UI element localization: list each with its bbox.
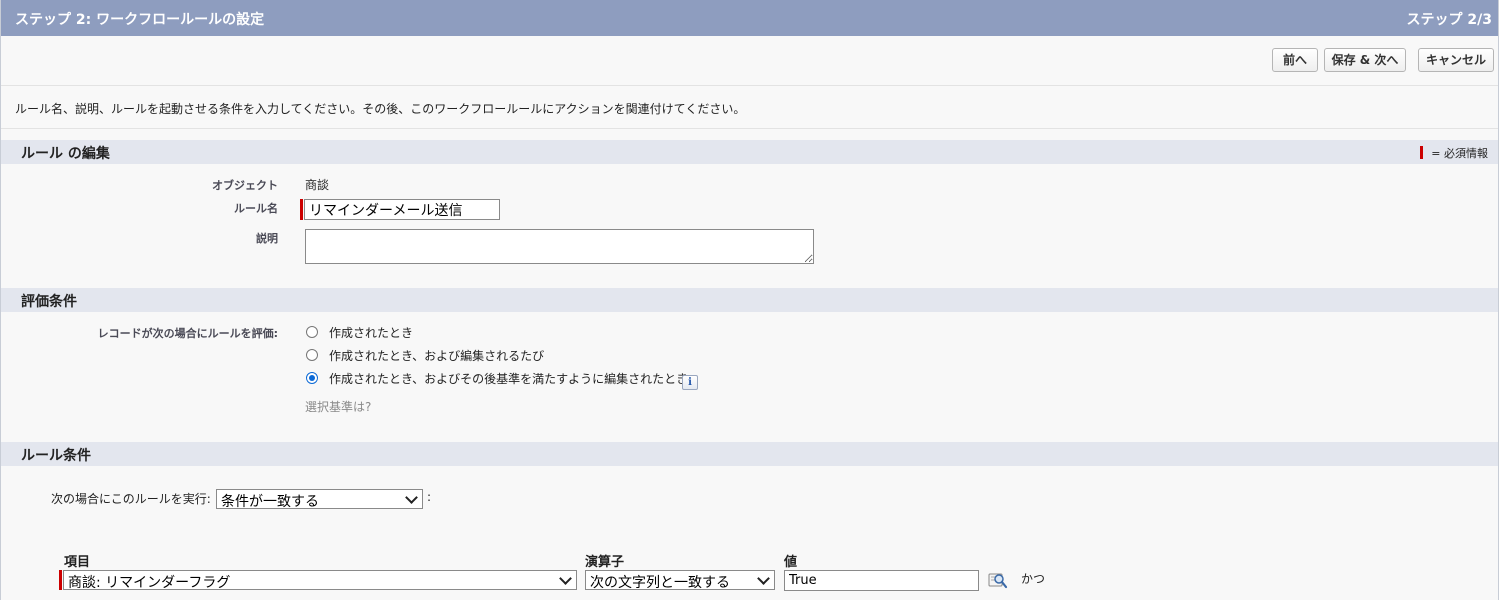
chevron-down-icon	[559, 572, 572, 585]
radio-created-and-edited-to-meet-criteria-label: 作成されたとき、およびその後基準を満たすように編集されたとき	[329, 372, 689, 386]
workflow-rule-page: ステップ 2: ワークフロールールの設定 ステップ 2/3 前へ 保存 & 次へ…	[0, 0, 1499, 600]
run-rule-label: 次の場合にこのルールを実行:	[51, 492, 211, 506]
page-header: ステップ 2: ワークフロールールの設定 ステップ 2/3	[1, 0, 1498, 36]
rule-name-input[interactable]	[304, 199, 500, 220]
run-condition-suffix: :	[427, 490, 432, 504]
criteria-field-select[interactable]: 商談: リマインダーフラグ	[63, 570, 577, 591]
prev-button[interactable]: 前へ	[1272, 48, 1318, 72]
required-indicator-icon	[1420, 146, 1424, 159]
divider	[1, 85, 1498, 86]
required-indicator-icon	[59, 570, 62, 590]
run-condition-value: 条件が一致する	[221, 494, 319, 510]
section-title: ルール条件	[21, 448, 91, 464]
chevron-down-icon	[757, 572, 770, 585]
rule-criteria-section-header: ルール条件	[1, 442, 1498, 466]
step-indicator: ステップ 2/3	[1406, 12, 1492, 28]
criteria-value-input[interactable]	[784, 570, 979, 591]
operator-column-header: 演算子	[585, 555, 625, 570]
object-value: 商談	[305, 178, 330, 192]
chevron-down-icon	[405, 491, 418, 504]
cancel-button[interactable]: キャンセル	[1418, 48, 1494, 72]
value-column-header: 値	[784, 555, 798, 570]
evaluation-label: レコードが次の場合にルールを評価:	[97, 327, 278, 340]
page-title: ステップ 2: ワークフロールールの設定	[15, 12, 265, 28]
radio-created-and-every-edit-label: 作成されたとき、および編集されるたび	[329, 349, 545, 363]
evaluation-section-header: 評価条件	[1, 288, 1498, 312]
criteria-operator-select[interactable]: 次の文字列と一致する	[585, 570, 775, 591]
divider	[1, 128, 1498, 129]
criteria-field-value: 商談: リマインダーフラグ	[68, 575, 231, 591]
section-title: ルール の編集	[21, 146, 110, 162]
required-legend-text: = 必須情報	[1431, 147, 1488, 160]
field-column-header: 項目	[64, 555, 91, 570]
lookup-icon[interactable]	[988, 571, 1008, 589]
object-label: オブジェクト	[212, 179, 278, 192]
section-title: 評価条件	[21, 294, 77, 310]
info-icon[interactable]: i	[682, 375, 698, 390]
criteria-conjunction: かつ	[1021, 572, 1046, 586]
description-textarea[interactable]	[305, 229, 814, 264]
radio-created-and-every-edit[interactable]	[306, 349, 318, 361]
run-condition-select[interactable]: 条件が一致する	[216, 489, 423, 510]
required-legend: = 必須情報	[1420, 145, 1488, 161]
radio-created-and-edited-to-meet-criteria[interactable]	[306, 372, 318, 384]
required-indicator-icon	[300, 199, 303, 220]
instructions-text: ルール名、説明、ルールを起動させる条件を入力してください。その後、このワークフロ…	[15, 102, 746, 116]
rule-name-label: ルール名	[234, 202, 278, 215]
criteria-operator-value: 次の文字列と一致する	[590, 575, 730, 591]
save-next-button[interactable]: 保存 & 次へ	[1324, 48, 1406, 72]
rule-edit-section-header: ルール の編集 = 必須情報	[1, 140, 1498, 164]
radio-created-label: 作成されたとき	[329, 326, 414, 340]
radio-created[interactable]	[306, 326, 318, 338]
description-label: 説明	[256, 232, 278, 245]
selection-criteria-help-link[interactable]: 選択基準は?	[305, 398, 371, 415]
